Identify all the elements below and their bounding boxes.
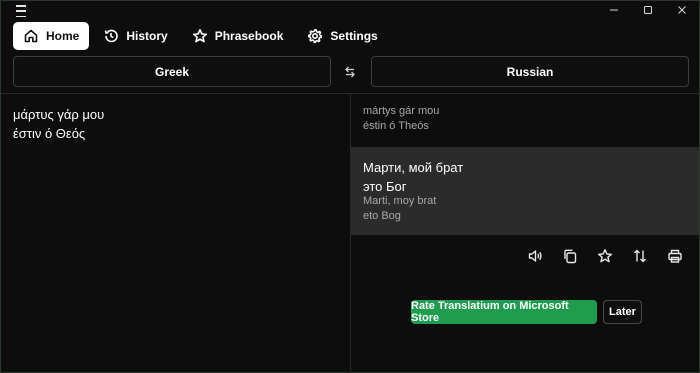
window-controls [597,1,699,19]
rate-app-button[interactable]: Rate Translatium on Microsoft Store [411,300,597,324]
tab-home[interactable]: Home [13,22,90,50]
swap-result-button[interactable] [630,246,650,266]
listen-button[interactable] [525,246,545,266]
close-button[interactable] [665,1,699,19]
gear-icon [308,29,323,43]
tab-home-label: Home [46,29,80,43]
source-language-button[interactable]: Greek [13,56,331,87]
translation-result-transliteration: Marti, moy brat eto Bog [363,195,437,222]
later-button[interactable]: Later [603,300,642,324]
tab-settings-label: Settings [330,29,378,43]
tab-history-label: History [126,29,168,43]
target-language-button[interactable]: Russian [371,56,689,87]
result-toolbar [525,246,685,266]
translation-result-text: Марти, мой брат это Бог [363,160,464,194]
source-text-input[interactable]: μάρτυς γάρ μου έστιν ό Θεός [13,105,333,143]
home-icon [24,29,38,43]
star-icon [192,28,207,43]
title-bar [1,1,699,19]
star-icon [598,249,613,263]
print-icon [668,249,682,263]
hamburger-menu-icon[interactable] [16,5,32,17]
copy-icon [564,249,577,264]
swap-languages-icon[interactable] [341,63,359,81]
speaker-icon [528,250,542,262]
tab-phrasebook-label: Phrasebook [214,29,284,43]
maximize-button[interactable] [631,1,665,19]
tab-settings[interactable]: Settings [297,22,387,50]
translation-result-panel: Марти, мой брат это Бог Marti, moy brat … [351,147,699,235]
tab-history[interactable]: History [93,22,177,50]
copy-button[interactable] [560,246,580,266]
add-to-phrasebook-button[interactable] [595,246,615,266]
main-navigation: Home History Phrasebook Settings [13,22,392,50]
source-transliteration: mártys gár mou éstin ó Theós [363,105,440,132]
history-icon [105,29,119,43]
swap-vertical-icon [634,249,646,263]
print-button[interactable] [665,246,685,266]
tab-phrasebook[interactable]: Phrasebook [182,22,294,50]
minimize-button[interactable] [597,1,631,19]
